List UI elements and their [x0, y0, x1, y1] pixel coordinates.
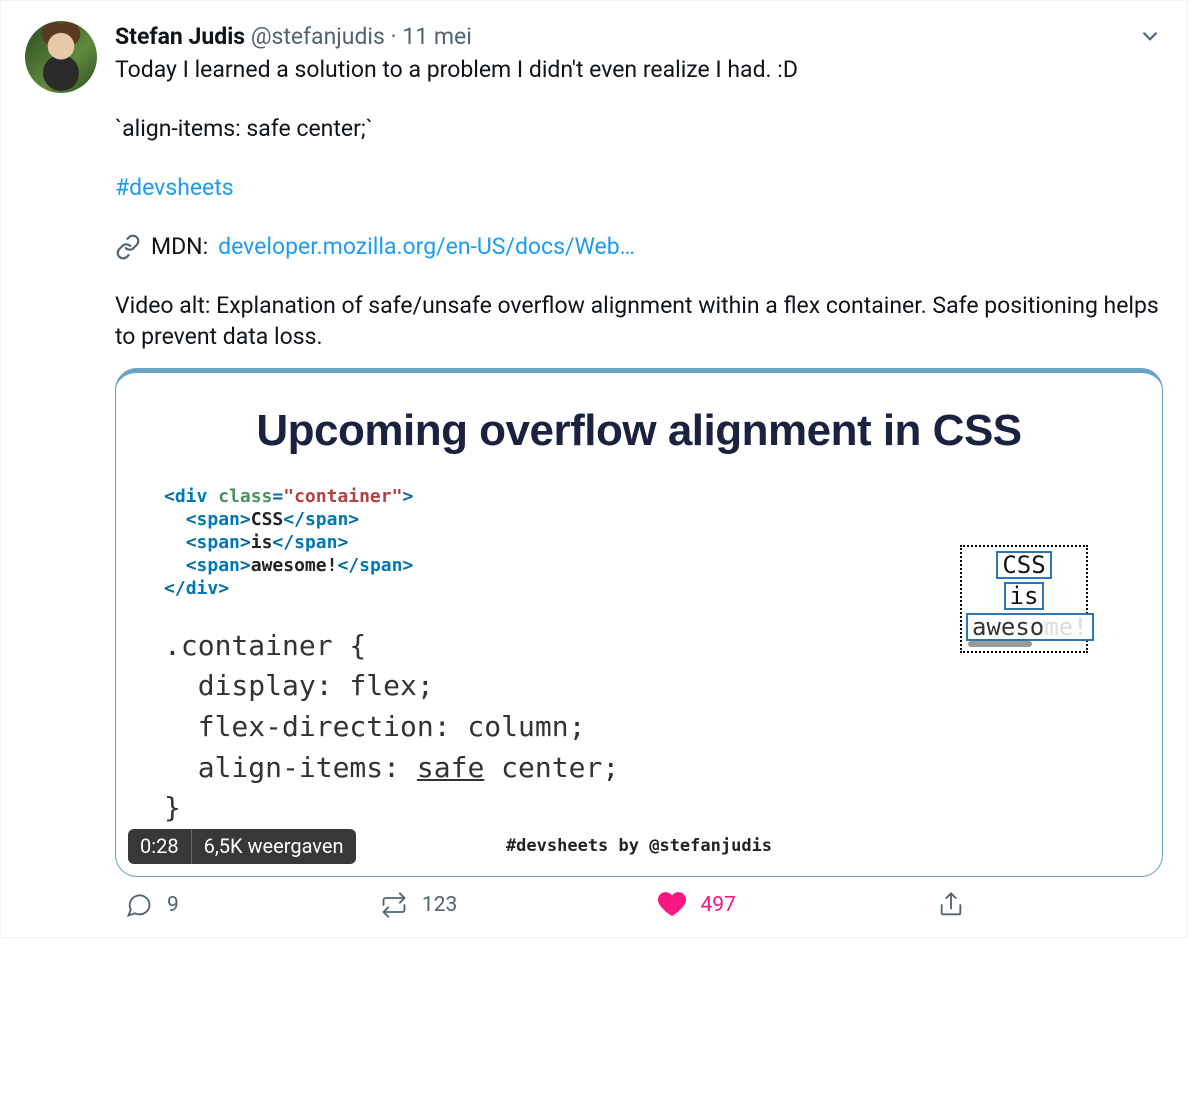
code-css: .container { display: flex; flex-directi… — [164, 626, 904, 829]
reply-icon — [125, 891, 153, 919]
tweet-actions: 9 123 497 — [115, 877, 975, 925]
chevron-down-icon — [1137, 23, 1163, 49]
more-menu-button[interactable] — [1137, 23, 1163, 49]
reply-count: 9 — [167, 891, 179, 919]
like-count: 497 — [700, 891, 735, 919]
tweet-text: Today I learned a solution to a problem … — [115, 54, 1163, 352]
link-icon — [115, 234, 141, 260]
link-label: MDN: — [151, 231, 208, 262]
demo-item: CSS — [996, 551, 1051, 579]
text-line: Today I learned a solution to a problem … — [115, 54, 1163, 85]
text-line: `align-items: safe center;` — [115, 113, 1163, 144]
video-duration: 0:28 — [128, 829, 191, 864]
retweet-icon — [380, 891, 408, 919]
text-line: Video alt: Explanation of safe/unsafe ov… — [115, 290, 1163, 352]
scrollbar-thumb — [968, 641, 1032, 647]
share-icon — [937, 891, 965, 919]
slide: Upcoming overflow alignment in CSS <div … — [116, 373, 1162, 875]
author-name[interactable]: Stefan Judis — [115, 23, 245, 50]
video-overlay: 0:28 6,5K weergaven — [128, 829, 356, 864]
like-button[interactable]: 497 — [658, 891, 735, 919]
reply-button[interactable]: 9 — [125, 891, 179, 919]
heart-icon — [658, 891, 686, 919]
demo-figure: CSS is awesome! — [934, 545, 1114, 653]
share-button[interactable] — [937, 891, 965, 919]
media-card[interactable]: Upcoming overflow alignment in CSS <div … — [115, 368, 1163, 876]
avatar[interactable] — [25, 21, 97, 93]
retweet-count: 123 — [422, 891, 457, 919]
tweet-header: Stefan Judis @stefanjudis · 11 mei — [115, 21, 1163, 52]
retweet-button[interactable]: 123 — [380, 891, 457, 919]
video-views: 6,5K weergaven — [191, 829, 356, 864]
external-link[interactable]: developer.mozilla.org/en-US/docs/Web… — [218, 231, 635, 262]
author-handle[interactable]: @stefanjudis — [251, 23, 385, 50]
demo-item-overflow: awesome! — [966, 613, 1094, 641]
separator-dot: · — [391, 23, 403, 50]
code-html: <div class="container"> <span>CSS</span>… — [164, 485, 904, 600]
tweet-date[interactable]: 11 mei — [402, 23, 472, 50]
slide-title: Upcoming overflow alignment in CSS — [164, 401, 1114, 460]
demo-item: is — [1004, 582, 1045, 610]
tweet[interactable]: Stefan Judis @stefanjudis · 11 mei Today… — [0, 0, 1188, 938]
hashtag-link[interactable]: #devsheets — [115, 174, 234, 201]
